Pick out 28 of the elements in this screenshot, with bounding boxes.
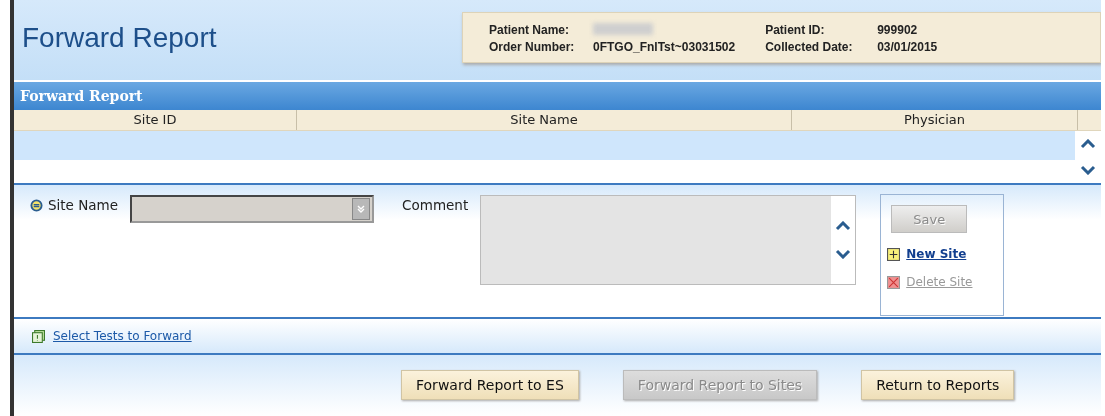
column-header: Site ID: [14, 110, 297, 130]
order-number-label: Order Number:: [489, 40, 576, 54]
column-header: Physician: [792, 110, 1078, 130]
panel-title: Forward Report: [20, 88, 143, 104]
action-link[interactable]: New Site: [906, 247, 967, 261]
redacted-name: [593, 23, 653, 35]
column-header: Site Name: [297, 110, 792, 130]
action-button[interactable]: Return to Reports: [861, 370, 1015, 400]
patient-id-value: 999902: [877, 23, 918, 37]
scroll-down-icon[interactable]: [1080, 165, 1096, 175]
action-button[interactable]: Forward Report to ES: [401, 370, 579, 400]
patient-id-label: Patient ID:: [765, 23, 826, 37]
select-tests-link[interactable]: Select Tests to Forward: [53, 329, 192, 343]
collected-date-value: 03/01/2015: [877, 40, 938, 54]
plus-icon: [887, 247, 901, 261]
delete-x-icon: [887, 275, 901, 289]
site-name-label: Site Name: [48, 197, 119, 213]
patient-name-label: Patient Name:: [489, 23, 571, 37]
page-title: Forward Report: [22, 22, 218, 54]
comment-field[interactable]: [480, 195, 857, 285]
scroll-up-icon[interactable]: [835, 221, 852, 231]
scroll-up-icon[interactable]: [1080, 139, 1096, 149]
collected-date-label: Collected Date:: [765, 40, 854, 54]
order-number-value: 0FTGO_FnlTst~03031502: [593, 40, 736, 54]
tests-icon: [32, 329, 45, 343]
scroll-down-icon[interactable]: [835, 249, 852, 259]
comment-label: Comment: [402, 197, 469, 213]
site-name-dropdown[interactable]: [130, 195, 375, 223]
